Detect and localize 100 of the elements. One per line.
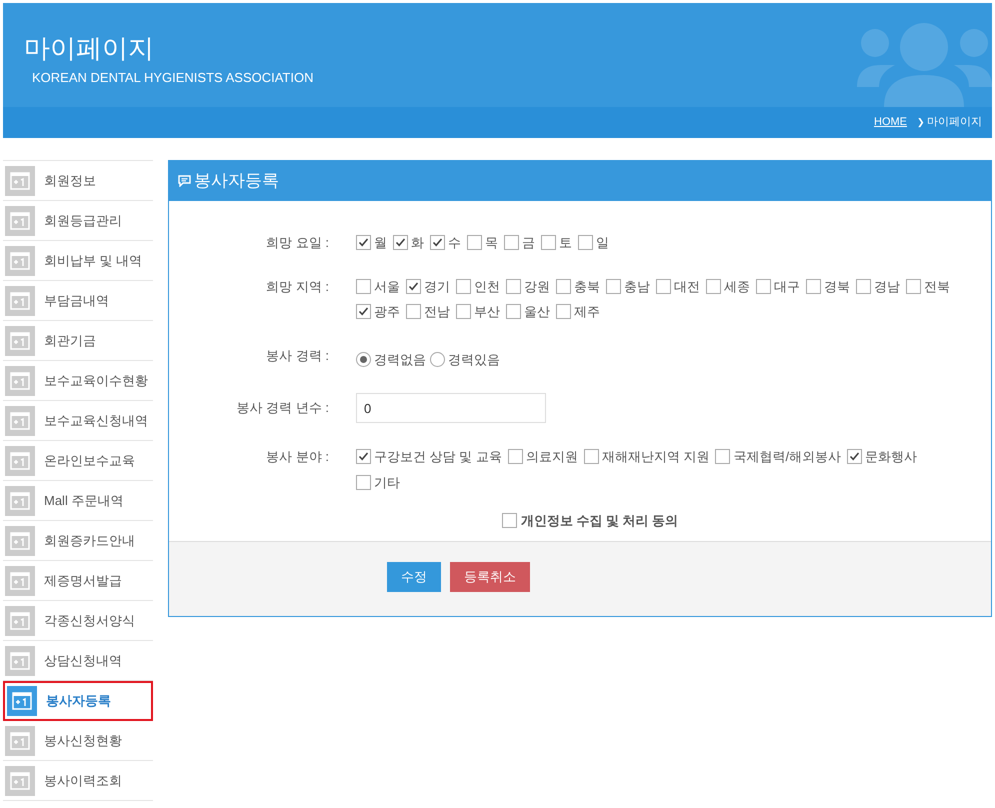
- option-label: 울산: [524, 303, 550, 321]
- check-icon: [849, 451, 860, 462]
- option-label: 대구: [774, 278, 800, 296]
- field-label: 봉사 경력 :: [266, 348, 329, 362]
- sidebar-item[interactable]: 회비납부 및 내역: [3, 241, 153, 281]
- checkbox[interactable]: [393, 235, 408, 250]
- checkbox[interactable]: [578, 235, 593, 250]
- option-label: 전남: [424, 303, 450, 321]
- checkbox[interactable]: [906, 278, 921, 294]
- sidebar-item[interactable]: 보수교육이수현황: [3, 361, 153, 401]
- calendar-icon: [5, 446, 35, 476]
- form-button[interactable]: 등록취소: [450, 562, 530, 592]
- checkbox[interactable]: [356, 235, 371, 250]
- option-label: 의료지원: [526, 448, 578, 466]
- sidebar-item[interactable]: 상담신청내역: [3, 641, 153, 681]
- calendar-icon: [5, 486, 35, 516]
- panel-title: 봉사자등록: [194, 170, 279, 192]
- option-label: 구강보건 상담 및 교육: [374, 448, 502, 466]
- option-label: 부산: [474, 303, 500, 321]
- sidebar-item[interactable]: 봉사이력조회: [3, 761, 153, 801]
- checkbox[interactable]: [806, 278, 821, 294]
- checkbox[interactable]: [502, 513, 517, 528]
- calendar-icon: [5, 646, 35, 676]
- option-label: 경남: [874, 278, 900, 296]
- checkbox[interactable]: [856, 278, 871, 294]
- radio-button[interactable]: [356, 352, 371, 367]
- sidebar-item[interactable]: 봉사신청현황: [3, 721, 153, 761]
- sidebar-item[interactable]: 회원증카드안내: [3, 521, 153, 561]
- checkbox[interactable]: [556, 304, 571, 320]
- sidebar-item[interactable]: 보수교육신청내역: [3, 401, 153, 441]
- option-label: 경북: [824, 278, 850, 296]
- sidebar-item[interactable]: Mall 주문내역: [3, 481, 153, 521]
- checkbox[interactable]: [467, 235, 482, 250]
- sidebar-item[interactable]: 제증명서발급: [3, 561, 153, 601]
- calendar-icon: [5, 726, 35, 756]
- field-label: 희망 지역 :: [266, 278, 329, 294]
- option-label: 문화행사: [865, 448, 918, 466]
- calendar-icon: [5, 526, 35, 556]
- sidebar-item[interactable]: 부담금내역: [3, 281, 153, 321]
- field-label: 봉사 경력 년수 :: [236, 400, 329, 415]
- checkbox[interactable]: [430, 235, 445, 250]
- consent-label: 개인정보 수집 및 처리 동의: [520, 512, 678, 530]
- calendar-icon: [5, 366, 35, 396]
- input-field[interactable]: 0: [356, 393, 546, 423]
- checkbox[interactable]: [356, 304, 371, 320]
- option-label: 경력없음: [374, 350, 426, 368]
- checkbox[interactable]: [541, 235, 556, 250]
- checkbox[interactable]: [456, 278, 471, 294]
- option-label: 광주: [374, 303, 400, 321]
- option-label: 대전: [674, 278, 700, 296]
- field-label: 희망 요일 :: [266, 235, 329, 250]
- sidebar-item[interactable]: 온라인보수교육: [3, 441, 153, 481]
- checkbox[interactable]: [504, 235, 519, 250]
- option-label: 충남: [624, 278, 650, 296]
- calendar-icon: [5, 606, 35, 636]
- sidebar-item[interactable]: 회원등급관리: [3, 201, 153, 241]
- breadcrumb-current: 마이페이지: [927, 115, 982, 130]
- calendar-icon: [5, 766, 35, 796]
- option-label: 세종: [724, 278, 750, 296]
- checkbox[interactable]: [356, 278, 371, 294]
- checkbox[interactable]: [606, 278, 621, 294]
- checkbox[interactable]: [656, 278, 671, 294]
- option-label: 재해재난지역 지원: [602, 448, 710, 466]
- check-icon: [358, 451, 369, 462]
- checkbox[interactable]: [356, 474, 371, 490]
- checkbox[interactable]: [456, 304, 471, 320]
- sidebar-item[interactable]: 각종신청서양식: [3, 601, 153, 641]
- check-icon: [432, 237, 443, 248]
- check-icon: [395, 237, 406, 248]
- sidebar-item[interactable]: 봉사자등록: [3, 681, 153, 721]
- sidebar-item[interactable]: 회원정보: [3, 161, 153, 201]
- check-icon: [358, 237, 369, 248]
- option-label: 월: [374, 234, 387, 252]
- field-label: 봉사 분야 :: [266, 449, 329, 464]
- checkbox[interactable]: [508, 449, 523, 464]
- checkbox[interactable]: [756, 278, 771, 294]
- calendar-icon: [5, 326, 35, 356]
- checkbox[interactable]: [406, 304, 421, 320]
- option-label: 충북: [574, 278, 600, 296]
- checkbox[interactable]: [706, 278, 721, 294]
- checkbox[interactable]: [506, 278, 521, 294]
- option-label: 화: [411, 234, 424, 252]
- option-label: 기타: [374, 474, 400, 492]
- page-title: 마이페이지: [24, 32, 155, 64]
- option-label: 금: [522, 234, 535, 252]
- checkbox[interactable]: [556, 278, 571, 294]
- checkbox[interactable]: [406, 278, 421, 294]
- checkbox[interactable]: [356, 449, 371, 464]
- calendar-icon: [5, 286, 35, 316]
- checkbox[interactable]: [715, 449, 730, 464]
- option-label: 경력있음: [448, 350, 500, 368]
- checkbox[interactable]: [584, 449, 599, 464]
- checkbox[interactable]: [506, 304, 521, 320]
- option-label: 전북: [924, 278, 950, 296]
- option-label: 국제협력/해외봉사: [733, 448, 842, 466]
- sidebar-item[interactable]: 회관기금: [3, 321, 153, 361]
- option-label: 경기: [424, 278, 450, 296]
- check-icon: [358, 306, 369, 318]
- checkbox[interactable]: [847, 449, 862, 464]
- radio-button[interactable]: [430, 352, 445, 367]
